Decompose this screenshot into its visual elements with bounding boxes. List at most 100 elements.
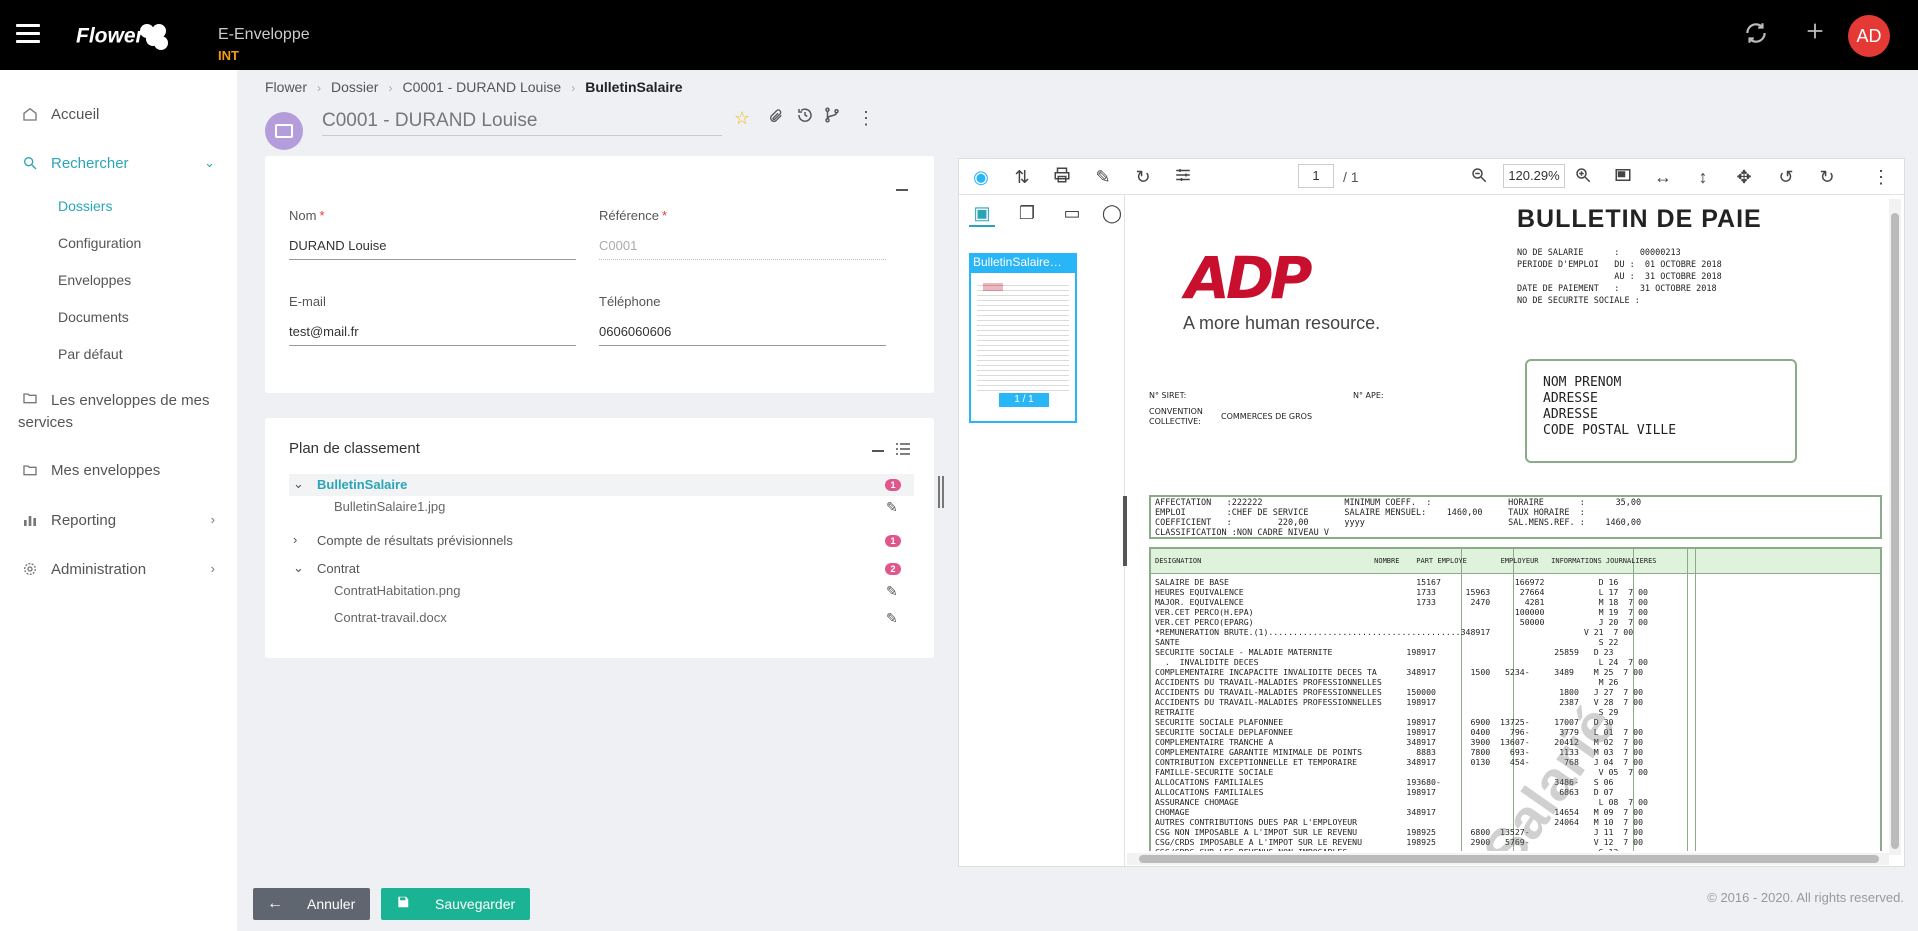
tree-node-bulletinsalaire[interactable]: ⌄ BulletinSalaire 1: [289, 474, 914, 496]
edit-icon[interactable]: ✎: [886, 499, 902, 515]
vertical-scrollbar[interactable]: [1889, 199, 1901, 855]
breadcrumb-item[interactable]: C0001 - DURAND Louise: [402, 79, 561, 95]
refresh-icon[interactable]: ↻: [1131, 166, 1155, 188]
edit-icon[interactable]: ✎: [886, 610, 902, 626]
print-icon[interactable]: [1050, 166, 1074, 188]
sidebar-subitem-documents[interactable]: Documents: [58, 309, 129, 325]
reference-field: C0001: [599, 232, 886, 260]
breadcrumb-item[interactable]: Dossier: [331, 79, 378, 95]
viewer-panel-splitter[interactable]: [1123, 496, 1127, 566]
splitter-handle[interactable]: [938, 476, 944, 508]
branch-icon[interactable]: [820, 106, 844, 130]
sidebar-subitem-par-defaut[interactable]: Par défaut: [58, 346, 123, 362]
sidebar-subitem-enveloppes[interactable]: Enveloppes: [58, 272, 131, 288]
bookmarks-tab-icon[interactable]: ❐: [1014, 203, 1040, 227]
chevron-right-icon: ›: [388, 81, 393, 95]
page-number-input[interactable]: 1: [1298, 164, 1334, 188]
folder-icon: [22, 462, 40, 480]
fit-page-icon[interactable]: [1611, 166, 1635, 188]
document-viewer: ◉ ⇅ ✎ ↻ 1 / 1 120.29% ↔ ↕ ✥ ↺ ↻ ⋮ ▣ ❐ ▭ …: [958, 158, 1905, 867]
telephone-field[interactable]: 0606060606: [599, 318, 886, 346]
zoom-out-icon[interactable]: [1467, 166, 1491, 188]
column-headers: DESIGNATION NOMBRE PART EMPLOYE EMPLOYEU…: [1155, 557, 1657, 565]
flower-logo[interactable]: Flower: [76, 22, 168, 52]
top-bar: Flower E-Enveloppe INT AD: [0, 0, 1918, 70]
save-icon: [393, 895, 413, 913]
thumbnails-tab-icon[interactable]: ▣: [969, 203, 995, 227]
chevron-down-icon[interactable]: ⌄: [293, 476, 304, 492]
sidebar-item-label: Accueil: [51, 106, 100, 123]
horizontal-scrollbar[interactable]: [1127, 853, 1889, 865]
zoom-input[interactable]: 120.29%: [1503, 164, 1565, 188]
sliders-icon[interactable]: [1171, 166, 1195, 188]
breadcrumb-current: BulletinSalaire: [585, 79, 683, 95]
thumbnail-panel: ▣ ❐ ▭ ◯ BulletinSalaire… 1 / 1: [959, 195, 1125, 866]
more-vertical-icon[interactable]: ⋮: [854, 106, 878, 130]
paperclip-icon[interactable]: [764, 106, 788, 130]
chevron-right-icon: ›: [210, 561, 215, 576]
ape-label: N° APE:: [1353, 391, 1384, 400]
tree-node-compte-resultats[interactable]: › Compte de résultats prévisionnels 1: [289, 530, 914, 552]
cancel-button[interactable]: ← Annuler: [253, 888, 370, 920]
sidebar-item-label: Les enveloppes de mes services: [18, 392, 210, 431]
chart-icon: [22, 512, 40, 530]
sidebar-subitem-configuration[interactable]: Configuration: [58, 235, 141, 251]
chevron-right-icon: ›: [210, 512, 215, 527]
tree-file-bulletinsalaire1[interactable]: BulletinSalaire1.jpg ✎: [289, 496, 914, 518]
tree-node-contrat[interactable]: ⌄ Contrat 2: [289, 558, 914, 580]
sidebar-item-label: Administration: [51, 561, 147, 578]
collapse-icon[interactable]: [872, 450, 884, 452]
email-field[interactable]: test@mail.fr: [289, 318, 576, 346]
document-heading: BULLETIN DE PAIE: [1517, 205, 1762, 233]
pan-icon[interactable]: ✥: [1732, 166, 1756, 188]
email-label: E-mail: [289, 294, 326, 309]
edit-icon[interactable]: ✎: [886, 583, 902, 599]
sort-icon[interactable]: ⇅: [1010, 166, 1034, 188]
page-thumbnail[interactable]: 1 / 1: [969, 271, 1077, 423]
convention-label: CONVENTION COLLECTIVE:: [1149, 407, 1203, 426]
eye-icon[interactable]: ◉: [969, 166, 993, 188]
search-tab-icon[interactable]: ◯: [1099, 203, 1125, 227]
search-icon: [22, 155, 40, 173]
breadcrumb-item[interactable]: Flower: [265, 79, 307, 95]
rotate-left-icon[interactable]: ↺: [1774, 166, 1798, 188]
plus-icon[interactable]: [1800, 20, 1830, 50]
employment-info-block: AFFECTATION :222222 MINIMUM COEFF. : HOR…: [1149, 495, 1882, 539]
star-icon[interactable]: ☆: [730, 106, 754, 130]
menu-icon[interactable]: [16, 24, 40, 44]
save-button[interactable]: Sauvegarder: [381, 888, 530, 920]
tree-node-label: Compte de résultats prévisionnels: [317, 533, 513, 548]
fit-width-icon[interactable]: ↔: [1651, 166, 1675, 188]
list-icon[interactable]: [896, 442, 910, 455]
count-badge: 1: [885, 535, 901, 547]
sidebar-subitem-dossiers[interactable]: Dossiers: [58, 198, 112, 214]
address-text: NOM PRENOM ADRESSE ADRESSE CODE POSTAL V…: [1543, 375, 1677, 438]
more-vertical-icon[interactable]: ⋮: [1869, 166, 1893, 188]
employment-info-text: AFFECTATION :222222 MINIMUM COEFF. : HOR…: [1155, 498, 1642, 538]
nom-field[interactable]: DURAND Louise: [289, 232, 576, 260]
telephone-label: Téléphone: [599, 294, 661, 309]
sidebar-item-enveloppes-services[interactable]: Les enveloppes de mes services: [0, 390, 237, 434]
tree-file-contrathabitation[interactable]: ContratHabitation.png ✎: [289, 580, 914, 602]
avatar[interactable]: AD: [1848, 15, 1890, 57]
reference-label: Référence *: [599, 208, 668, 223]
page-title[interactable]: C0001 - DURAND Louise: [322, 108, 722, 136]
collapse-icon[interactable]: [896, 189, 908, 191]
fit-height-icon[interactable]: ↕: [1691, 166, 1715, 188]
tree-file-contrat-travail[interactable]: Contrat-travail.docx ✎: [289, 607, 914, 629]
sidebar-item-label: Rechercher: [51, 155, 129, 172]
chevron-right-icon[interactable]: ›: [293, 532, 297, 547]
zoom-in-icon[interactable]: [1571, 166, 1595, 188]
rotate-right-icon[interactable]: ↻: [1815, 166, 1839, 188]
pen-icon[interactable]: ✎: [1091, 166, 1115, 188]
logo-tagline: A more human resource.: [1183, 313, 1381, 333]
plan-title: Plan de classement: [289, 440, 420, 457]
chevron-down-icon[interactable]: ⌄: [293, 560, 304, 576]
comments-tab-icon[interactable]: ▭: [1059, 203, 1085, 227]
sidebar-item-label: Reporting: [51, 512, 117, 529]
sync-icon[interactable]: [1741, 20, 1771, 50]
address-box: NOM PRENOM ADRESSE ADRESSE CODE POSTAL V…: [1525, 359, 1797, 463]
dossier-form-card: Nom * DURAND Louise Référence * C0001 E-ma…: [265, 156, 934, 393]
chevron-down-icon: ⌄: [204, 155, 215, 170]
history-icon[interactable]: [793, 106, 817, 130]
